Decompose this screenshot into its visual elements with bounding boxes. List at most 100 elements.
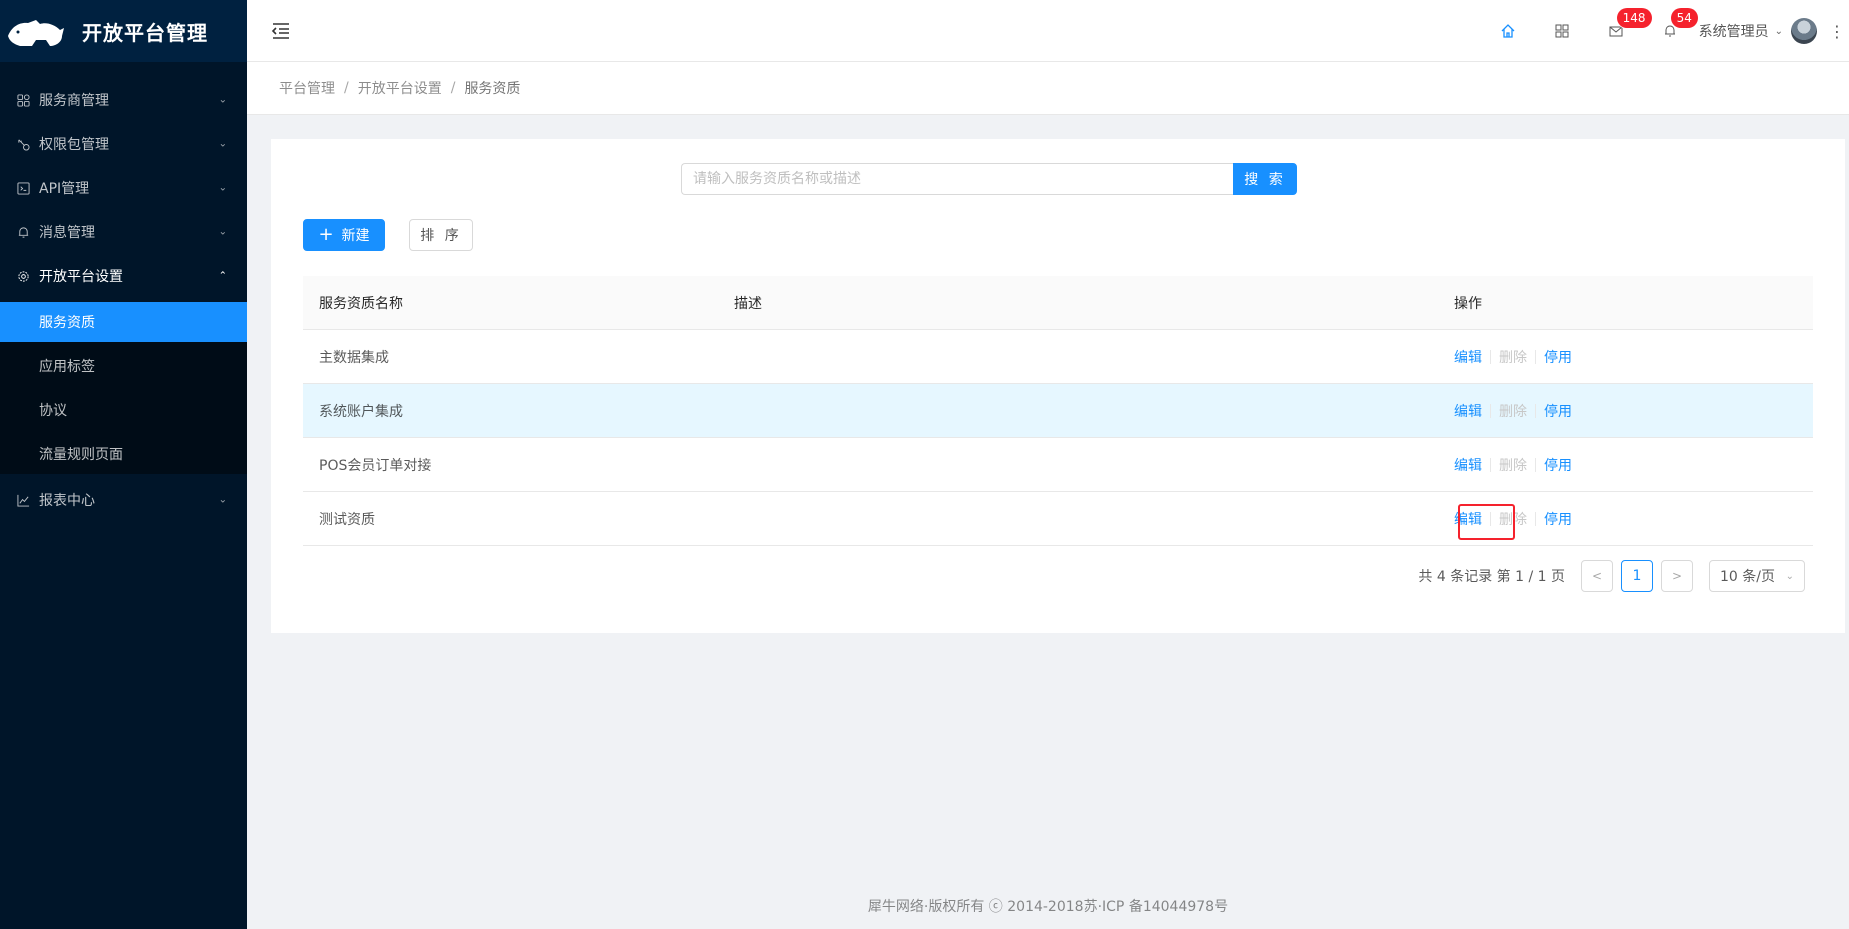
mail-button[interactable]: 148: [1589, 0, 1652, 62]
sort-button[interactable]: 排 序: [409, 219, 473, 251]
chevron-down-icon: ⌄: [1785, 570, 1794, 582]
sidebar-item-label: 报表中心: [39, 493, 95, 509]
sidebar-subitem-label: 服务资质: [39, 315, 95, 331]
pagination: 共 4 条记录 第 1 / 1 页 < 1 > 10 条/页 ⌄: [1418, 560, 1805, 592]
side-menu: 服务商管理 ⌄ 权限包管理 ⌄ API管理 ⌄ 消息管理 ⌄ 开放平台设置 ⌃ …: [0, 62, 247, 522]
footer: 犀牛网络·版权所有 ⓒ 2014-2018苏·ICP 备14044978号: [867, 899, 1229, 915]
column-header-name: 服务资质名称: [319, 295, 403, 312]
column-header-actions: 操作: [1454, 295, 1482, 312]
chevron-up-icon: ⌃: [218, 270, 227, 282]
table-row: POS会员订单对接 编辑 删除 停用: [303, 438, 1813, 492]
rhino-logo-icon: [8, 20, 64, 46]
qualification-table: 服务资质名称 描述 操作 主数据集成 编辑 删除 停用 系统账户集成 编辑 删除: [303, 276, 1813, 546]
sidebar-subitem-label: 应用标签: [39, 359, 95, 375]
cell-name: 测试资质: [319, 511, 375, 528]
new-button[interactable]: + 新建: [303, 219, 385, 251]
sidebar-subitem-agreement[interactable]: 协议: [0, 390, 247, 430]
disable-link[interactable]: 停用: [1544, 509, 1572, 529]
line-chart-icon: [16, 493, 30, 507]
search-bar: 搜 索: [681, 163, 1297, 195]
divider: [1535, 457, 1536, 472]
app-title: 开放平台管理: [82, 20, 208, 45]
sidebar-item-messages[interactable]: 消息管理 ⌄: [0, 210, 247, 254]
breadcrumb-item[interactable]: 开放平台设置: [358, 78, 442, 98]
sidebar-subitem-service-qualification[interactable]: 服务资质: [0, 302, 247, 342]
page-size-value: 10 条/页: [1720, 569, 1775, 585]
divider: [1535, 349, 1536, 364]
sidebar-item-label: 消息管理: [39, 225, 95, 241]
edit-link[interactable]: 编辑: [1454, 509, 1482, 529]
notification-badge: 54: [1670, 8, 1698, 28]
header-actions: 148 54 系统管理员 ⌄ ⋮: [1481, 0, 1849, 62]
divider: [1490, 511, 1491, 526]
grid-icon: [16, 93, 30, 107]
table-header: 服务资质名称 描述 操作: [303, 276, 1813, 330]
sidebar-subitem-traffic-rules[interactable]: 流量规则页面: [0, 434, 247, 474]
bell-icon: [16, 225, 30, 239]
disable-link[interactable]: 停用: [1544, 455, 1572, 475]
edit-link[interactable]: 编辑: [1454, 455, 1482, 475]
page-number-button[interactable]: 1: [1621, 560, 1653, 592]
submenu-platform-settings: 服务资质 应用标签 协议 流量规则页面: [0, 302, 247, 474]
code-icon: [16, 181, 30, 195]
divider: [1490, 457, 1491, 472]
new-button-label: 新建: [341, 228, 370, 244]
breadcrumb-current: 服务资质: [464, 81, 521, 97]
search-button[interactable]: 搜 索: [1233, 163, 1297, 195]
chevron-down-icon: ⌄: [218, 226, 227, 238]
cell-name: 系统账户集成: [319, 403, 403, 420]
disable-link[interactable]: 停用: [1544, 347, 1572, 367]
avatar: [1791, 18, 1817, 44]
sidebar-item-label: 服务商管理: [39, 93, 109, 109]
chevron-down-icon: ⌄: [218, 94, 227, 106]
more-vertical-icon[interactable]: ⋮: [1825, 0, 1849, 62]
content-card: 搜 索 + 新建 排 序 服务资质名称 描述 操作 主数据集成 编辑 删除 停用…: [271, 139, 1845, 633]
edit-link[interactable]: 编辑: [1454, 401, 1482, 421]
sidebar: 开放平台管理 服务商管理 ⌄ 权限包管理 ⌄ API管理 ⌄ 消息管理 ⌄ 开放…: [0, 0, 247, 929]
chevron-right-icon: >: [1671, 569, 1683, 583]
search-input[interactable]: [681, 163, 1233, 195]
table-row: 系统账户集成 编辑 删除 停用: [303, 384, 1813, 438]
next-page-button[interactable]: >: [1661, 560, 1693, 592]
edit-link[interactable]: 编辑: [1454, 347, 1482, 367]
prev-page-button[interactable]: <: [1581, 560, 1613, 592]
home-icon: [1501, 24, 1515, 38]
sidebar-item-api[interactable]: API管理 ⌄: [0, 166, 247, 210]
divider: [1535, 403, 1536, 418]
cell-actions: 编辑 删除 停用: [1454, 347, 1572, 367]
sidebar-item-reports[interactable]: 报表中心 ⌄: [0, 478, 247, 522]
menu-fold-icon[interactable]: [271, 21, 291, 41]
sidebar-item-label: 权限包管理: [39, 137, 109, 153]
chevron-left-icon: <: [1591, 569, 1603, 583]
table-row: 测试资质 编辑 删除 停用: [303, 492, 1813, 546]
delete-link[interactable]: 删除: [1499, 455, 1527, 475]
home-button[interactable]: [1481, 0, 1535, 62]
cell-actions: 编辑 删除 停用: [1454, 455, 1572, 475]
sidebar-subitem-app-tags[interactable]: 应用标签: [0, 346, 247, 386]
sidebar-item-label: API管理: [39, 181, 90, 197]
divider: [1535, 511, 1536, 526]
sidebar-item-providers[interactable]: 服务商管理 ⌄: [0, 78, 247, 122]
delete-link[interactable]: 删除: [1499, 347, 1527, 367]
plus-icon: +: [318, 224, 334, 245]
chevron-down-icon: ⌄: [218, 138, 227, 150]
top-header: 148 54 系统管理员 ⌄ ⋮: [247, 0, 1849, 62]
chevron-down-icon: ⌄: [218, 182, 227, 194]
sidebar-item-permissions[interactable]: 权限包管理 ⌄: [0, 122, 247, 166]
breadcrumb-separator: /: [344, 80, 349, 96]
gear-icon: [16, 269, 30, 283]
notification-button[interactable]: 54: [1643, 0, 1698, 62]
key-icon: [16, 137, 30, 151]
disable-link[interactable]: 停用: [1544, 401, 1572, 421]
cell-name: POS会员订单对接: [319, 457, 432, 474]
user-name: 系统管理员: [1698, 24, 1769, 40]
sidebar-item-platform-settings[interactable]: 开放平台设置 ⌃: [0, 254, 247, 298]
apps-grid-icon: [1555, 24, 1569, 38]
logo[interactable]: 开放平台管理: [0, 0, 247, 62]
page-size-select[interactable]: 10 条/页 ⌄: [1709, 560, 1805, 592]
user-menu[interactable]: 系统管理员 ⌄: [1697, 0, 1825, 62]
delete-link[interactable]: 删除: [1499, 401, 1527, 421]
breadcrumb-item[interactable]: 平台管理: [279, 78, 335, 98]
apps-button[interactable]: [1535, 0, 1589, 62]
delete-link[interactable]: 删除: [1499, 509, 1527, 529]
